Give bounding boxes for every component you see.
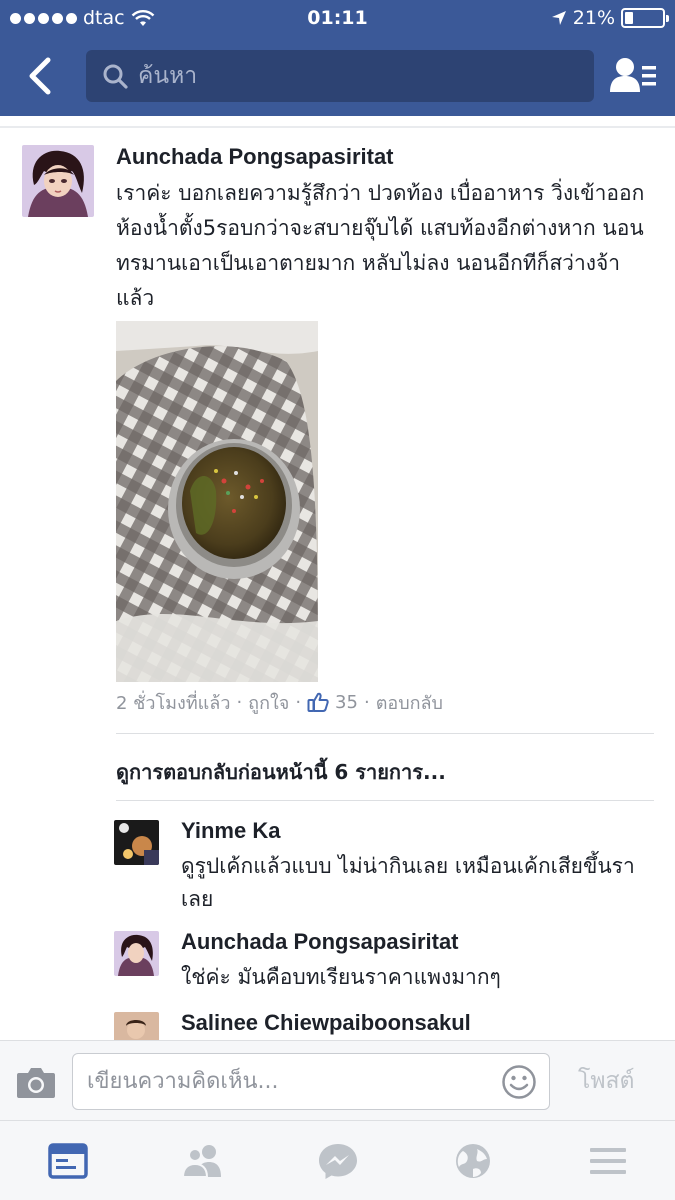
search-box[interactable] bbox=[86, 50, 594, 102]
search-input[interactable] bbox=[138, 50, 578, 102]
reply-avatar[interactable] bbox=[114, 820, 159, 865]
feed-divider bbox=[0, 126, 675, 128]
location-arrow-icon bbox=[551, 11, 566, 25]
camera-icon[interactable] bbox=[16, 1065, 56, 1099]
messenger-icon[interactable] bbox=[316, 1141, 360, 1181]
meta-separator: · bbox=[363, 691, 370, 713]
status-bar: dtac 01:11 21% bbox=[0, 0, 675, 38]
post-author-name[interactable]: Aunchada Pongsapasiritat bbox=[116, 144, 394, 170]
nav-bar bbox=[0, 42, 675, 112]
meta-separator: · bbox=[295, 691, 302, 713]
reply-text: ใช่ค่ะ มันคือบทเรียนราคาแพงมากๆ bbox=[181, 965, 501, 989]
back-arrow-icon[interactable] bbox=[22, 52, 62, 100]
news-feed-icon[interactable] bbox=[46, 1141, 90, 1181]
reply-avatar[interactable] bbox=[114, 931, 159, 976]
view-previous-replies[interactable]: ดูการตอบกลับก่อนหน้านี้ 6 รายการ... bbox=[116, 756, 446, 788]
reply-link[interactable]: ตอบกลับ bbox=[376, 688, 443, 717]
comment-input[interactable] bbox=[87, 1054, 497, 1109]
reply-text: ดูรูปเค้กแล้วแบบ ไม่น่ากินเลย เหมือนเค้ก… bbox=[181, 854, 635, 911]
battery-icon bbox=[621, 8, 669, 28]
comment-input-box[interactable] bbox=[72, 1053, 550, 1110]
friends-icon[interactable] bbox=[181, 1141, 225, 1181]
post-text: เราค่ะ บอกเลยความรู้สึกว่า ปวดท้อง เบื่อ… bbox=[116, 181, 645, 310]
meta-separator: · bbox=[236, 691, 243, 713]
top-bar: dtac 01:11 21% bbox=[0, 0, 675, 116]
battery-percent: 21% bbox=[572, 7, 615, 29]
reply-author[interactable]: Aunchada Pongsapasiritat bbox=[181, 929, 459, 955]
friend-requests-icon[interactable] bbox=[608, 54, 658, 98]
thumbs-up-icon bbox=[307, 692, 329, 712]
globe-icon[interactable] bbox=[451, 1141, 495, 1181]
author-avatar[interactable] bbox=[22, 145, 94, 217]
reply-author[interactable]: Salinee Chiewpaiboonsakul bbox=[181, 1010, 471, 1036]
reply-author[interactable]: Yinme Ka bbox=[181, 818, 280, 844]
like-link[interactable]: ถูกใจ bbox=[248, 688, 289, 717]
like-count[interactable]: 35 bbox=[335, 692, 358, 713]
post-time: 2 ชั่วโมงที่แล้ว bbox=[116, 692, 231, 714]
post-photo[interactable] bbox=[116, 321, 318, 682]
tab-bar bbox=[0, 1120, 675, 1200]
post-meta: 2 ชั่วโมงที่แล้ว · ถูกใจ · 35 · ตอบกลับ bbox=[116, 688, 443, 716]
divider bbox=[116, 733, 654, 734]
comment-composer: โพสต์ bbox=[0, 1040, 675, 1120]
search-icon bbox=[103, 64, 128, 89]
divider bbox=[116, 800, 654, 801]
menu-icon[interactable] bbox=[586, 1141, 630, 1181]
emoji-icon[interactable] bbox=[501, 1064, 537, 1100]
post-comment-button[interactable]: โพสต์ bbox=[578, 1063, 635, 1099]
